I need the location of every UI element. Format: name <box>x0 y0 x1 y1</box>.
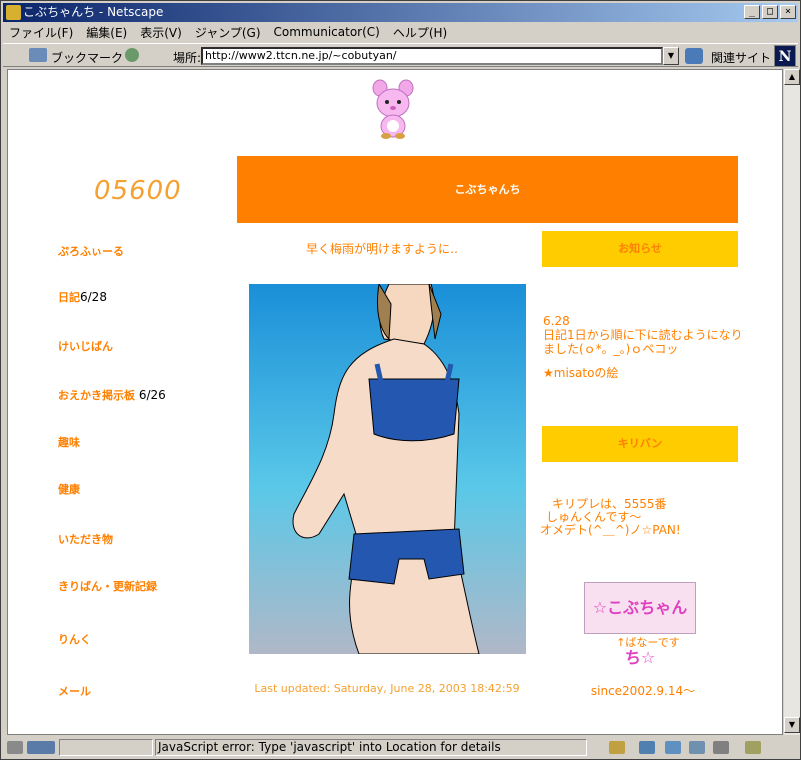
netscape-component-icon[interactable] <box>609 741 625 754</box>
news-body: 日記1日から順に下に読むようになりました(ｏ*。_。)ｏペコッ <box>543 328 743 356</box>
window-controls: _ □ × <box>742 5 796 19</box>
bookmarks-button[interactable]: ブックマーク <box>51 49 123 66</box>
vertical-scrollbar[interactable]: ▲ ▼ <box>783 69 800 735</box>
menu-edit[interactable]: 編集(E) <box>86 24 127 41</box>
composer-icon[interactable] <box>689 741 705 754</box>
site-title-banner: こぶちゃんち <box>237 156 738 223</box>
link-banner[interactable]: ☆こぶちゃんち☆ <box>584 582 696 667</box>
nav-oekaki-bbs[interactable]: おえかき掲示板 6/26 <box>58 387 166 403</box>
related-sites-icon[interactable] <box>685 48 703 64</box>
news-date: 6.28 <box>543 314 570 328</box>
menu-bar: ファイル(F) 編集(E) 表示(V) ジャンプ(G) Communicator… <box>3 23 798 41</box>
last-updated-text: Last updated: Saturday, June 28, 2003 18… <box>254 682 520 695</box>
edit-icon[interactable] <box>745 741 761 754</box>
visitor-counter: 05600 <box>94 176 182 206</box>
nav-profile[interactable]: ぷろふぃーる <box>58 243 124 259</box>
greeting-text: 早く梅雨が明けますように‥ <box>305 242 458 256</box>
related-sites-button[interactable]: 関連サイト <box>711 49 771 66</box>
notice-heading: お知らせ <box>542 231 738 267</box>
netscape-icon <box>6 5 21 20</box>
scroll-down-button[interactable]: ▼ <box>784 717 800 733</box>
security-lock-icon[interactable] <box>7 741 23 754</box>
page-content: 05600 こぶちゃんち ぷろふぃーる 日記6/28 けいじばん おえかき掲示板… <box>7 69 783 735</box>
connection-icon <box>27 741 55 754</box>
since-text: since2002.9.14～ <box>590 684 696 698</box>
news-block: 6.28 日記1日から順に下に読むようになりました(ｏ*。_。)ｏペコッ ★mi… <box>543 314 743 380</box>
title-bar[interactable]: こぶちゃんち - Netscape _ □ × <box>3 3 798 22</box>
menu-help[interactable]: ヘルプ(H) <box>393 24 447 41</box>
nav-mail[interactable]: メール <box>58 683 91 699</box>
page-proxy-icon[interactable] <box>125 48 139 62</box>
netscape-logo[interactable]: N <box>774 45 796 67</box>
nav-hobby[interactable]: 趣味 <box>58 434 80 450</box>
banner-caption: ↑ばなーです <box>616 636 680 649</box>
progress-field <box>59 739 153 756</box>
status-message: JavaScript error: Type 'javascript' into… <box>155 739 587 756</box>
discussion-icon[interactable] <box>665 741 681 754</box>
menu-communicator[interactable]: Communicator(C) <box>274 25 380 39</box>
nav-gifts[interactable]: いただき物 <box>58 531 113 547</box>
location-input[interactable]: http://www2.ttcn.ne.jp/~cobutyan/ <box>201 47 663 65</box>
nav-kiriban-log[interactable]: きりばん・更新記録 <box>58 578 157 594</box>
kiriban-text: キリプレは、5555番 しゅんくんです～ オメデト(^＿^)ノ☆PAN! <box>540 498 740 537</box>
location-toolbar: ブックマーク 場所: http://www2.ttcn.ne.jp/~cobut… <box>3 43 798 67</box>
address-book-icon[interactable] <box>713 741 729 754</box>
minimize-button[interactable]: _ <box>744 5 760 19</box>
illustration-image <box>249 284 526 654</box>
bookmarks-icon[interactable] <box>29 48 47 62</box>
scroll-up-button[interactable]: ▲ <box>784 69 800 85</box>
mail-icon[interactable] <box>639 741 655 754</box>
menu-file[interactable]: ファイル(F) <box>9 24 73 41</box>
nav-health[interactable]: 健康 <box>58 481 80 497</box>
nav-diary[interactable]: 日記6/28 <box>58 289 107 305</box>
kiriban-heading: キリバン <box>542 426 738 462</box>
location-label: 場所: <box>173 51 202 65</box>
pink-bear-mascot-icon <box>372 79 414 139</box>
location-dropdown-button[interactable]: ▼ <box>663 47 679 65</box>
nav-links[interactable]: りんく <box>58 631 91 647</box>
kiriban-line-3: オメデト(^＿^)ノ☆PAN! <box>540 523 681 537</box>
news-link-misato[interactable]: ★misatoの絵 <box>543 366 743 380</box>
browser-window: こぶちゃんち - Netscape _ □ × ファイル(F) 編集(E) 表示… <box>0 0 801 760</box>
close-button[interactable]: × <box>780 5 796 19</box>
menu-view[interactable]: 表示(V) <box>140 24 182 41</box>
window-title: こぶちゃんち - Netscape <box>23 5 164 19</box>
status-bar: JavaScript error: Type 'javascript' into… <box>3 738 798 758</box>
maximize-button[interactable]: □ <box>762 5 778 19</box>
nav-bbs[interactable]: けいじばん <box>58 338 113 354</box>
menu-go[interactable]: ジャンプ(G) <box>195 24 261 41</box>
